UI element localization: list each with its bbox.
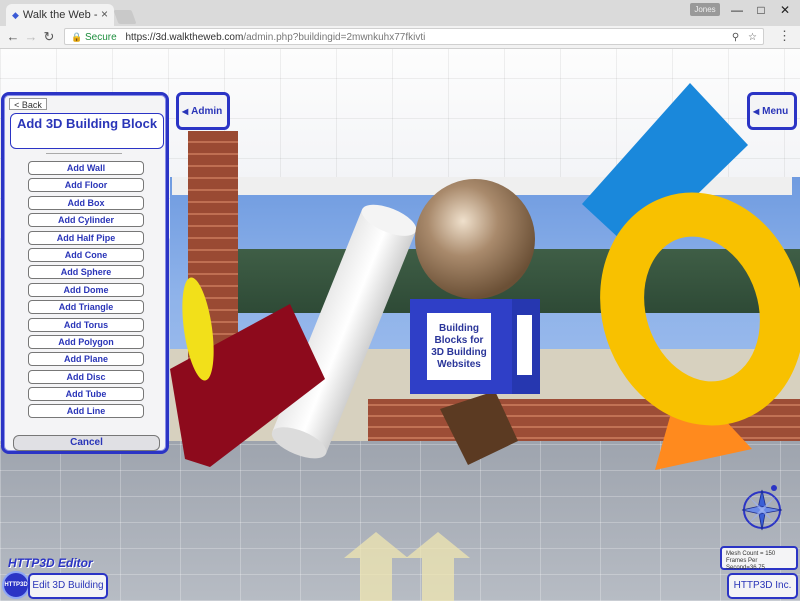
editor-title: HTTP3D Editor: [8, 556, 93, 570]
add-disc-button[interactable]: Add Disc: [28, 369, 144, 384]
add-line-button[interactable]: Add Line: [28, 404, 144, 419]
fps-text: Frames Per Second=36.75: [726, 558, 765, 571]
edit-building-button[interactable]: Edit 3D Building: [28, 573, 108, 599]
add-half-pipe-button[interactable]: Add Half Pipe: [28, 230, 144, 245]
panel-title: Add 3D Building Block: [10, 113, 164, 149]
add-wall-button[interactable]: Add Wall: [28, 161, 144, 175]
add-triangle-button[interactable]: Add Triangle: [28, 300, 144, 315]
admin-button[interactable]: ◀ Admin: [176, 92, 230, 130]
browser-menu-icon[interactable]: ⋮: [778, 28, 791, 44]
add-block-panel: < Back Add 3D Building Block Add Wall Ad…: [1, 92, 169, 454]
browser-tab[interactable]: ◆ Walk the Web - 3D Buildi ×: [6, 4, 114, 26]
admin-label: Admin: [191, 105, 223, 117]
mesh-count-text: Mesh Count = 150: [726, 551, 776, 557]
triangle-left-icon: ◀: [753, 106, 760, 116]
add-sphere-button[interactable]: Add Sphere: [28, 265, 144, 280]
brown-sphere: [415, 179, 535, 299]
triangle-left-icon: ◀: [182, 106, 189, 116]
tab-close-icon[interactable]: ×: [101, 7, 108, 21]
forward-arrow-icon[interactable]: →: [22, 28, 40, 46]
company-button[interactable]: HTTP3D Inc.: [727, 573, 798, 599]
block-list: Add Wall Add Floor Add Box Add Cylinder …: [28, 161, 144, 422]
add-polygon-button[interactable]: Add Polygon: [28, 334, 144, 349]
lock-icon: 🔒: [71, 32, 83, 42]
url-host: https://3d.walktheweb.com: [125, 32, 244, 43]
star-icon[interactable]: ☆: [748, 32, 757, 43]
browser-toolbar: ← → ↻ 🔒 Secure https://3d.walktheweb.com…: [0, 26, 800, 49]
cancel-button[interactable]: Cancel: [13, 435, 160, 451]
pin-icon[interactable]: ⚲: [732, 32, 739, 43]
add-tube-button[interactable]: Add Tube: [28, 387, 144, 402]
reload-icon[interactable]: ↻: [40, 28, 58, 46]
profile-chip[interactable]: Jones: [690, 3, 720, 16]
back-arrow-icon[interactable]: ←: [4, 28, 22, 46]
menu-button[interactable]: ◀ Menu: [747, 92, 797, 130]
close-window-button[interactable]: ✕: [770, 0, 800, 20]
add-torus-button[interactable]: Add Torus: [28, 317, 144, 332]
secure-label: Secure: [85, 32, 117, 43]
add-dome-button[interactable]: Add Dome: [28, 282, 144, 297]
wood-box: [440, 391, 518, 465]
url-path: /admin.php?buildingid=2mwnkuhx77fkivti: [243, 32, 426, 43]
stats-panel: Mesh Count = 150 Frames Per Second=36.75: [720, 546, 798, 571]
menu-label: Menu: [762, 105, 789, 117]
move-forward-arrows-icon[interactable]: [340, 530, 480, 601]
back-button[interactable]: < Back: [9, 98, 47, 110]
http3d-logo-icon[interactable]: HTTP3D: [2, 571, 30, 599]
tab-title: Walk the Web - 3D Buildi: [22, 9, 101, 21]
yellow-torus: [600, 192, 800, 426]
box-sign: Building Blocks for 3D Building Websites: [427, 313, 491, 380]
add-cylinder-button[interactable]: Add Cylinder: [28, 213, 144, 228]
box-side-sign: [517, 315, 532, 375]
add-floor-button[interactable]: Add Floor: [28, 178, 144, 193]
add-plane-button[interactable]: Add Plane: [28, 352, 144, 367]
compass-icon[interactable]: [738, 484, 786, 532]
add-cone-button[interactable]: Add Cone: [28, 247, 144, 262]
add-box-button[interactable]: Add Box: [28, 195, 144, 210]
tab-favicon-icon: ◆: [12, 9, 19, 20]
address-bar[interactable]: 🔒 Secure https://3d.walktheweb.com/admin…: [64, 28, 764, 45]
divider: [46, 153, 122, 154]
browser-tab-bar: ◆ Walk the Web - 3D Buildi × Jones — □ ✕: [0, 0, 800, 26]
new-tab-button[interactable]: [113, 10, 137, 24]
